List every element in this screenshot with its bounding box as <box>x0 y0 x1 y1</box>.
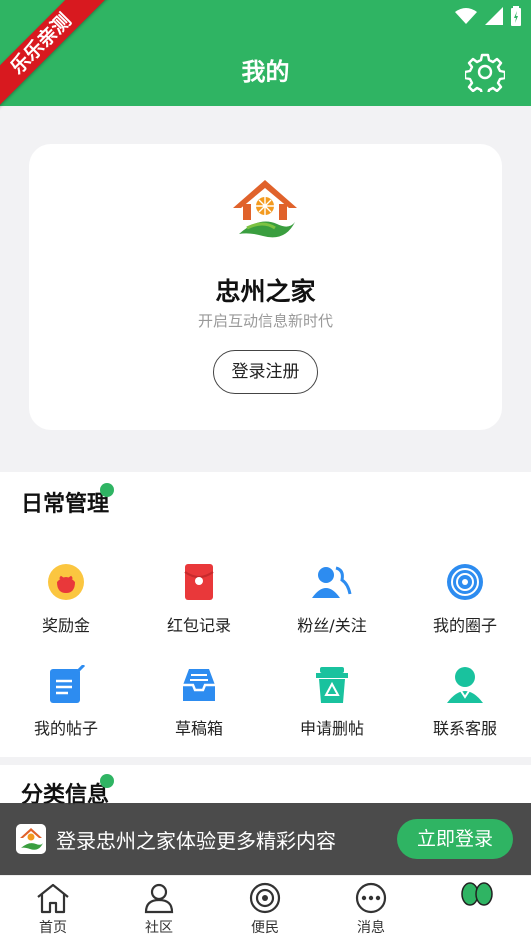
grid-label: 草稿箱 <box>174 719 223 738</box>
nav-item-convenience[interactable]: 便民 <box>220 882 310 937</box>
grid-item-red-envelope[interactable]: 红包记录 <box>133 562 265 636</box>
nav-item-mine[interactable] <box>432 882 522 911</box>
nav-label: 首页 <box>39 920 67 936</box>
nav-label: 消息 <box>357 920 385 936</box>
nav-item-messages[interactable]: 消息 <box>326 882 416 937</box>
settings-gear-icon[interactable] <box>465 52 505 92</box>
grid-label: 我的圈子 <box>432 616 497 635</box>
grid-label: 粉丝/关注 <box>297 616 367 635</box>
reward-bag-icon <box>48 564 84 600</box>
signal-icon <box>485 7 503 25</box>
grid-label: 联系客服 <box>432 719 497 738</box>
home-icon <box>37 883 69 914</box>
draft-box-icon <box>183 669 215 701</box>
grid-item-drafts[interactable]: 草稿箱 <box>133 665 265 739</box>
bottom-nav: 首页 社区 便民 消息 <box>0 875 531 945</box>
customer-service-icon <box>447 667 483 703</box>
app-name: 忠州之家 <box>215 277 316 306</box>
grid-item-reward[interactable]: 奖励金 <box>0 562 132 636</box>
grid-item-customer-service[interactable]: 联系客服 <box>399 665 531 739</box>
daily-management-section: 日常管理 奖励金 红包记录 粉丝/关注 我的圈子 我的帖子 草稿箱 申请删帖 联… <box>0 472 531 757</box>
delete-bin-icon <box>316 667 348 703</box>
login-register-button[interactable]: 登录注册 <box>213 350 318 394</box>
grid-label: 红包记录 <box>166 616 231 635</box>
nav-item-community[interactable]: 社区 <box>114 882 204 937</box>
grid-item-my-posts[interactable]: 我的帖子 <box>0 665 132 739</box>
nav-label: 便民 <box>251 920 279 936</box>
grid-label: 我的帖子 <box>33 719 98 738</box>
section-badge-dot <box>100 774 114 788</box>
message-icon <box>355 882 387 914</box>
profile-card: 忠州之家 开启互动信息新时代 登录注册 <box>29 144 502 430</box>
wifi-icon <box>455 8 477 24</box>
banner-text: 登录忠州之家体验更多精彩内容 <box>56 829 336 853</box>
app-logo-icon <box>233 180 297 238</box>
login-prompt-banner: 登录忠州之家体验更多精彩内容 立即登录 <box>0 803 531 875</box>
status-bar <box>455 6 521 26</box>
grid-item-fans[interactable]: 粉丝/关注 <box>266 562 398 636</box>
convenience-icon <box>249 882 281 914</box>
nav-label: 社区 <box>145 920 173 936</box>
community-icon <box>144 883 174 914</box>
login-now-button[interactable]: 立即登录 <box>397 819 513 859</box>
nav-item-home[interactable]: 首页 <box>8 882 98 937</box>
post-edit-icon <box>50 665 86 703</box>
grid-label: 奖励金 <box>41 616 90 635</box>
grid-label: 申请删帖 <box>299 719 364 738</box>
battery-icon <box>511 6 521 26</box>
circle-target-icon <box>447 564 483 600</box>
page-title: 我的 <box>241 58 290 86</box>
mine-icon <box>461 882 493 906</box>
banner-app-logo-icon <box>16 824 46 854</box>
section-badge-dot <box>100 483 114 497</box>
grid-item-my-circle[interactable]: 我的圈子 <box>399 562 531 636</box>
grid-item-delete-request[interactable]: 申请删帖 <box>266 665 398 739</box>
red-envelope-icon <box>184 564 214 600</box>
top-header: 乐乐亲测 我的 <box>0 0 531 115</box>
section-title: 日常管理 <box>21 492 110 517</box>
app-slogan: 开启互动信息新时代 <box>197 312 333 330</box>
fans-icon <box>312 566 352 598</box>
